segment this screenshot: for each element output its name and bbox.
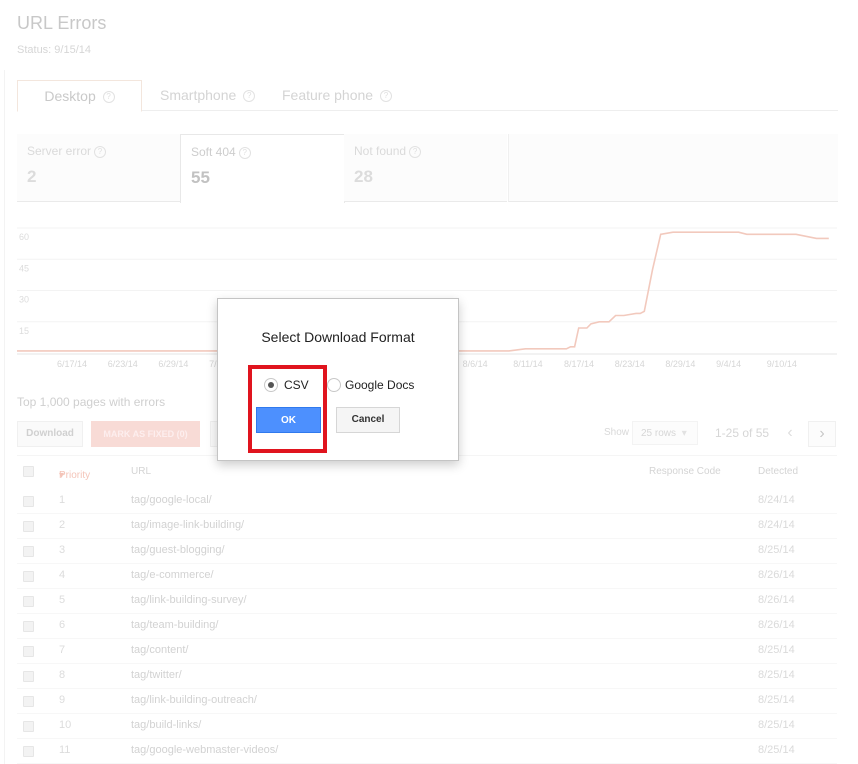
cancel-button[interactable]: Cancel (336, 407, 400, 433)
url-errors-page: URL Errors Status: 9/15/14 Desktop ? Sma… (0, 0, 858, 764)
google-docs-label[interactable]: Google Docs (345, 378, 414, 392)
annotation-highlight-box (248, 365, 327, 453)
dialog-title: Select Download Format (261, 329, 415, 345)
google-docs-radio[interactable] (327, 378, 341, 392)
